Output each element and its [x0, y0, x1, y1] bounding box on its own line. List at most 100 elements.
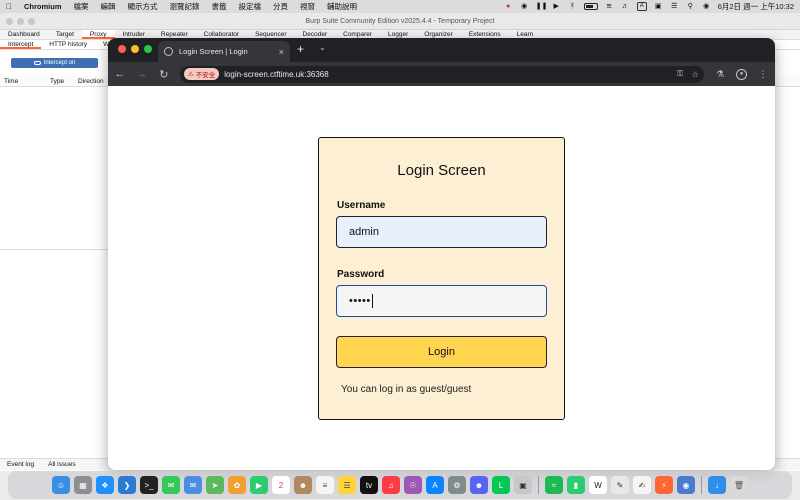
- burp-pane-divider[interactable]: [0, 249, 108, 250]
- bluetooth-icon[interactable]: ᛡ: [568, 3, 577, 11]
- username-field[interactable]: admin: [336, 216, 547, 248]
- menu-file[interactable]: 檔案: [68, 1, 95, 12]
- footer-all-issues[interactable]: All issues: [41, 461, 82, 468]
- globe-icon: [164, 47, 173, 56]
- burp-tab-dashboard[interactable]: Dashboard: [0, 30, 48, 39]
- play-icon[interactable]: ▶: [552, 3, 561, 11]
- battery-icon[interactable]: [583, 3, 598, 10]
- username-label: Username: [337, 200, 386, 211]
- menu-view[interactable]: 顯示方式: [122, 1, 164, 12]
- maps-icon[interactable]: ➤: [206, 476, 224, 494]
- menu-window[interactable]: 視窗: [294, 1, 321, 12]
- menu-history[interactable]: 瀏覽記錄: [164, 1, 206, 12]
- intercept-toggle-button[interactable]: Intercept on: [11, 58, 98, 68]
- line-icon[interactable]: L: [492, 476, 510, 494]
- page-content: Login Screen Username admin Password •••…: [108, 86, 775, 470]
- notification-icon[interactable]: ◉: [702, 3, 711, 11]
- facetime-icon[interactable]: ▶: [250, 476, 268, 494]
- burp-tab-target[interactable]: Target: [48, 30, 82, 39]
- labs-flask-icon[interactable]: ⚗: [714, 69, 726, 80]
- vscode-icon[interactable]: ❯: [118, 476, 136, 494]
- tab-login-screen[interactable]: Login Screen | Login ×: [158, 41, 290, 62]
- forward-button[interactable]: →: [136, 68, 148, 80]
- control-center-icon[interactable]: ☰: [670, 3, 679, 11]
- music-icon[interactable]: ♫: [382, 476, 400, 494]
- new-tab-button[interactable]: +: [297, 42, 304, 56]
- numbers-icon[interactable]: ▮: [567, 476, 585, 494]
- burp-traffic-lights[interactable]: [6, 18, 35, 25]
- notes-icon[interactable]: ☰: [338, 476, 356, 494]
- col-direction[interactable]: Direction: [74, 76, 108, 86]
- downloads-icon[interactable]: ↓: [708, 476, 726, 494]
- finder-icon[interactable]: ☺: [52, 476, 70, 494]
- messages-icon[interactable]: ✉: [162, 476, 180, 494]
- contacts-icon[interactable]: ☻: [294, 476, 312, 494]
- menu-bookmarks[interactable]: 書籤: [206, 1, 233, 12]
- insecure-label: 不安全: [195, 72, 216, 79]
- password-field[interactable]: •••••: [336, 285, 547, 317]
- search-icon[interactable]: ⚲: [686, 3, 695, 11]
- tab-search-chevron-icon[interactable]: ⌄: [319, 43, 326, 52]
- bookmark-star-icon[interactable]: ☆: [690, 70, 700, 79]
- trash-icon[interactable]: 🗑: [730, 476, 748, 494]
- mail-icon[interactable]: ✉: [184, 476, 202, 494]
- warning-icon: ⚠: [187, 71, 194, 78]
- url-text[interactable]: login-screen.ctftime.uk:36368: [224, 70, 670, 79]
- burp-subtab-intercept[interactable]: Intercept: [0, 40, 42, 49]
- wifi-icon[interactable]: ≊: [605, 3, 614, 11]
- menu-help[interactable]: 輔助說明: [321, 1, 363, 12]
- burp-subtab-http-history[interactable]: HTTP history: [41, 40, 95, 49]
- reminders-icon[interactable]: ≡: [316, 476, 334, 494]
- podcasts-icon[interactable]: ☉: [404, 476, 422, 494]
- appletv-icon[interactable]: tv: [360, 476, 378, 494]
- terminal-icon[interactable]: >_: [140, 476, 158, 494]
- burp-icon[interactable]: ⚡: [655, 476, 673, 494]
- profile-icon[interactable]: ●: [736, 68, 748, 80]
- password-label: Password: [337, 269, 385, 280]
- record-icon[interactable]: ◉: [520, 3, 529, 11]
- dock: ☺ ▦ ❖ ❯ >_ ✉ ✉ ➤ ✿ ▶ 2 ☻ ≡ ☰ tv ♫ ☉ A ⚙ …: [8, 471, 792, 499]
- apple-icon[interactable]: : [0, 2, 18, 11]
- menu-edit[interactable]: 編輯: [95, 1, 122, 12]
- menu-profiles[interactable]: 設定檔: [233, 1, 268, 12]
- input-source-icon[interactable]: A: [636, 2, 647, 11]
- bug-status-icon[interactable]: ●: [504, 3, 513, 11]
- menu-tab[interactable]: 分頁: [267, 1, 294, 12]
- toggle-icon: [33, 61, 41, 65]
- maximize-window-button[interactable]: [144, 45, 152, 53]
- burp-title: Burp Suite Community Edition v2025.4.4 -…: [305, 17, 495, 25]
- lock-icon[interactable]: ▣: [654, 3, 663, 11]
- insecure-badge[interactable]: ⚠ 不安全: [183, 68, 220, 80]
- textedit-icon[interactable]: ✍: [633, 476, 651, 494]
- login-button[interactable]: Login: [336, 336, 547, 368]
- reload-button[interactable]: ↻: [158, 68, 170, 81]
- col-type[interactable]: Type: [46, 76, 74, 86]
- script-icon[interactable]: ✎: [611, 476, 629, 494]
- password-key-icon[interactable]: ⚿: [675, 69, 685, 79]
- settings-icon[interactable]: ⚙: [448, 476, 466, 494]
- back-button[interactable]: ←: [114, 68, 126, 80]
- menu-kebab-icon[interactable]: ⋮: [757, 69, 769, 80]
- appstore-icon[interactable]: A: [426, 476, 444, 494]
- menu-app-name[interactable]: Chromium: [18, 2, 68, 11]
- audio-icon[interactable]: ♬: [621, 3, 630, 11]
- photos-icon[interactable]: ✿: [228, 476, 246, 494]
- launchpad-icon[interactable]: ▦: [74, 476, 92, 494]
- pause-icon[interactable]: ❚❚: [536, 3, 548, 11]
- minimize-window-button[interactable]: [131, 45, 139, 53]
- spotify-icon[interactable]: ≈: [545, 476, 563, 494]
- guest-hint: You can log in as guest/guest: [341, 384, 472, 395]
- preview-icon[interactable]: ▣: [514, 476, 532, 494]
- address-bar[interactable]: ⚠ 不安全 login-screen.ctftime.uk:36368 ⚿ ☆: [179, 65, 705, 83]
- close-window-button[interactable]: [118, 45, 126, 53]
- word-icon[interactable]: W: [589, 476, 607, 494]
- close-tab-icon[interactable]: ×: [279, 47, 284, 57]
- chromium-icon[interactable]: ◉: [677, 476, 695, 494]
- calendar-icon[interactable]: 2: [272, 476, 290, 494]
- discord-icon[interactable]: ☻: [470, 476, 488, 494]
- footer-event-log[interactable]: Event log: [0, 461, 41, 468]
- menu-clock[interactable]: 6月2日 週一 上午10:32: [718, 1, 794, 12]
- safari-icon[interactable]: ❖: [96, 476, 114, 494]
- col-time[interactable]: Time: [0, 76, 46, 86]
- dock-separator: [538, 476, 539, 494]
